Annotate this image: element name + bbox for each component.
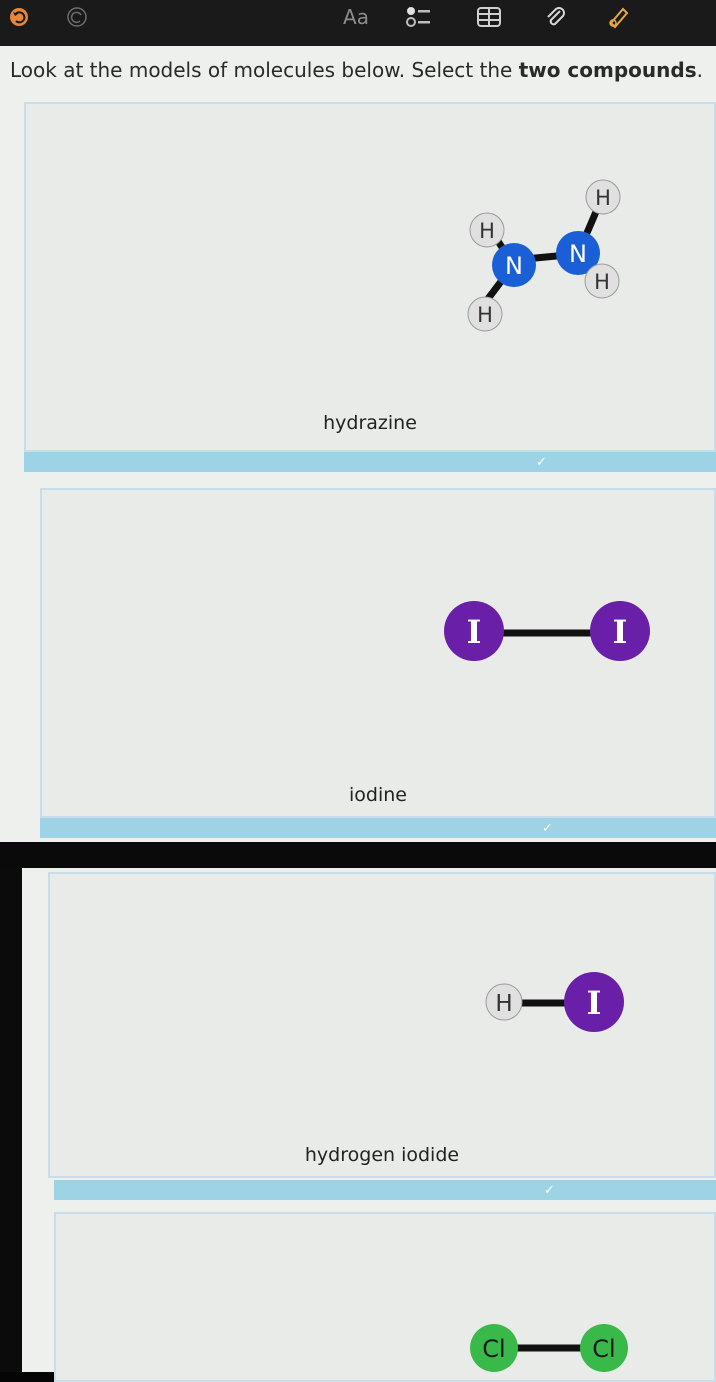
checklist-icon[interactable] (404, 4, 434, 30)
choice-card-chlorine[interactable]: Cl Cl (54, 1212, 716, 1382)
atom-label: H (594, 270, 610, 294)
atom-label: Cl (482, 1335, 505, 1363)
choice-label: hydrazine (323, 412, 417, 434)
atom-label: I (613, 613, 628, 651)
hydrogen-iodide-model: H I (485, 972, 624, 1032)
prompt-suffix: . (696, 58, 703, 82)
redo-icon[interactable] (62, 4, 92, 30)
selection-bar[interactable]: ✓ (40, 818, 716, 838)
chlorine-model: Cl Cl (470, 1324, 628, 1372)
atom-label: N (569, 240, 587, 268)
prompt-prefix: Look at the models of molecules below. S… (10, 58, 519, 82)
text-format-icon[interactable]: Aa (336, 4, 376, 30)
atom-label: I (587, 984, 602, 1022)
atom-label: I (467, 613, 482, 651)
table-icon[interactable] (474, 4, 504, 30)
undo-icon[interactable] (4, 4, 34, 30)
paperclip-icon[interactable] (540, 4, 570, 30)
check-icon: ✓ (544, 1183, 555, 1198)
selection-bar[interactable]: ✓ (24, 452, 716, 472)
question-prompt: Look at the models of molecules below. S… (10, 58, 710, 82)
hydrazine-model: H H N N H H (467, 179, 621, 332)
choice-card-hydrazine[interactable]: H H N N H H hydrazine (24, 102, 716, 452)
screen-edge (0, 842, 716, 868)
atom-label: H (595, 186, 611, 210)
choice-label: iodine (349, 784, 407, 806)
editor-toolbar: Aa (0, 0, 716, 46)
check-icon: ✓ (542, 821, 553, 836)
pen-icon[interactable] (602, 4, 636, 30)
choice-card-hydrogen-iodide[interactable]: H I hydrogen iodide (48, 872, 716, 1178)
atom-label: Cl (592, 1335, 615, 1363)
iodine-model: I I (444, 601, 650, 661)
atom-label: H (477, 303, 493, 327)
selection-bar[interactable]: ✓ (54, 1180, 716, 1200)
choice-label: hydrogen iodide (304, 1144, 460, 1166)
atom-label: H (479, 219, 495, 243)
choice-card-iodine[interactable]: I I iodine (40, 488, 716, 818)
prompt-emphasis: two compounds (518, 58, 697, 82)
check-icon: ✓ (536, 455, 547, 470)
atom-label: H (495, 991, 512, 1017)
screen-edge-left (0, 868, 22, 1372)
atom-label: N (505, 252, 523, 280)
